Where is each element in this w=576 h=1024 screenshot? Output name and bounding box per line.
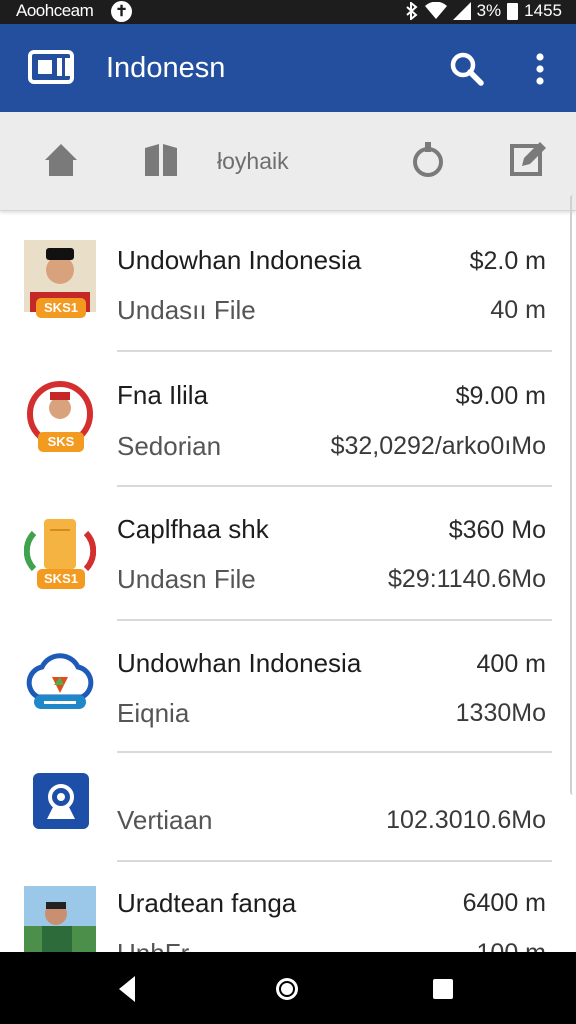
edit-icon[interactable] bbox=[508, 140, 548, 180]
home-circle-icon[interactable] bbox=[270, 972, 304, 1006]
file-size-secondary: 1330Mo bbox=[455, 699, 546, 727]
app-logo-icon bbox=[28, 50, 74, 84]
cloud-sync-icon bbox=[26, 653, 94, 709]
home-icon[interactable] bbox=[41, 140, 81, 180]
file-subtitle: Sedorian bbox=[117, 431, 222, 461]
file-subtitle: Vertiaan bbox=[117, 805, 213, 835]
file-subtitle: Undasıı File bbox=[117, 295, 256, 325]
file-size-secondary: 100 m bbox=[477, 939, 546, 952]
file-title: Uradtean fanga bbox=[117, 888, 297, 918]
divider bbox=[117, 485, 552, 487]
navigation-bar bbox=[0, 952, 576, 1024]
status-bar: Aoohceam ✝ 3% 1455 bbox=[0, 0, 576, 24]
app-bar: Indonesn bbox=[0, 24, 576, 112]
file-size-secondary: 102.3010.6Mo bbox=[386, 806, 546, 834]
file-size-secondary: $32,0292/arko0ıMo bbox=[330, 432, 546, 460]
file-badge: SKS1 bbox=[36, 298, 86, 318]
file-size: $2.0 m bbox=[469, 247, 546, 275]
toolbar-label[interactable]: łoyhaik bbox=[217, 148, 289, 175]
carrier-name: Aoohceam bbox=[16, 1, 94, 20]
toolbar: łoyhaik bbox=[0, 112, 576, 211]
divider bbox=[117, 860, 552, 862]
bookmark-icon[interactable] bbox=[141, 140, 181, 180]
divider bbox=[117, 751, 552, 753]
divider bbox=[117, 350, 552, 352]
bluetooth-icon bbox=[405, 2, 418, 20]
app-title: Indonesn bbox=[106, 52, 226, 84]
battery-percent: 3% bbox=[476, 1, 502, 20]
file-list: SKS1 Undowhan Indonesia Undasıı File $2.… bbox=[0, 212, 576, 952]
file-subtitle: Undasn File bbox=[117, 564, 256, 594]
more-vert-icon[interactable] bbox=[526, 50, 554, 88]
file-subtitle: UnhFr bbox=[117, 938, 189, 952]
recents-icon[interactable] bbox=[426, 972, 460, 1006]
refresh-icon[interactable] bbox=[408, 140, 448, 180]
file-size: $9.00 m bbox=[455, 382, 546, 410]
status-icons: 3% 1455 bbox=[405, 1, 562, 21]
clock: 1455 bbox=[524, 1, 562, 20]
file-size-secondary: 40 m bbox=[490, 296, 546, 324]
notification-icon: ✝ bbox=[111, 1, 132, 22]
file-subtitle: Eiqnia bbox=[117, 698, 190, 728]
search-icon[interactable] bbox=[448, 50, 486, 88]
file-title: Undowhan Indonesia bbox=[117, 648, 362, 678]
photo-thumbnail bbox=[24, 886, 96, 952]
file-size-secondary: $29:1140.6Mo bbox=[388, 565, 546, 593]
file-badge: SKS bbox=[38, 432, 84, 452]
battery-icon bbox=[507, 2, 519, 20]
file-size: 6400 m bbox=[462, 889, 546, 917]
file-title: Caplfhaa shk bbox=[117, 514, 269, 544]
wifi-icon bbox=[424, 2, 447, 19]
back-icon[interactable] bbox=[111, 972, 145, 1006]
file-title: Undowhan Indonesia bbox=[117, 245, 362, 275]
file-badge: SKS1 bbox=[37, 569, 85, 589]
camera-icon bbox=[33, 773, 89, 829]
divider bbox=[117, 619, 552, 621]
file-size: 400 m bbox=[476, 650, 546, 678]
signal-icon bbox=[452, 2, 471, 20]
file-title: Fna Ilila bbox=[117, 380, 209, 410]
file-size: $360 Mo bbox=[448, 516, 546, 544]
